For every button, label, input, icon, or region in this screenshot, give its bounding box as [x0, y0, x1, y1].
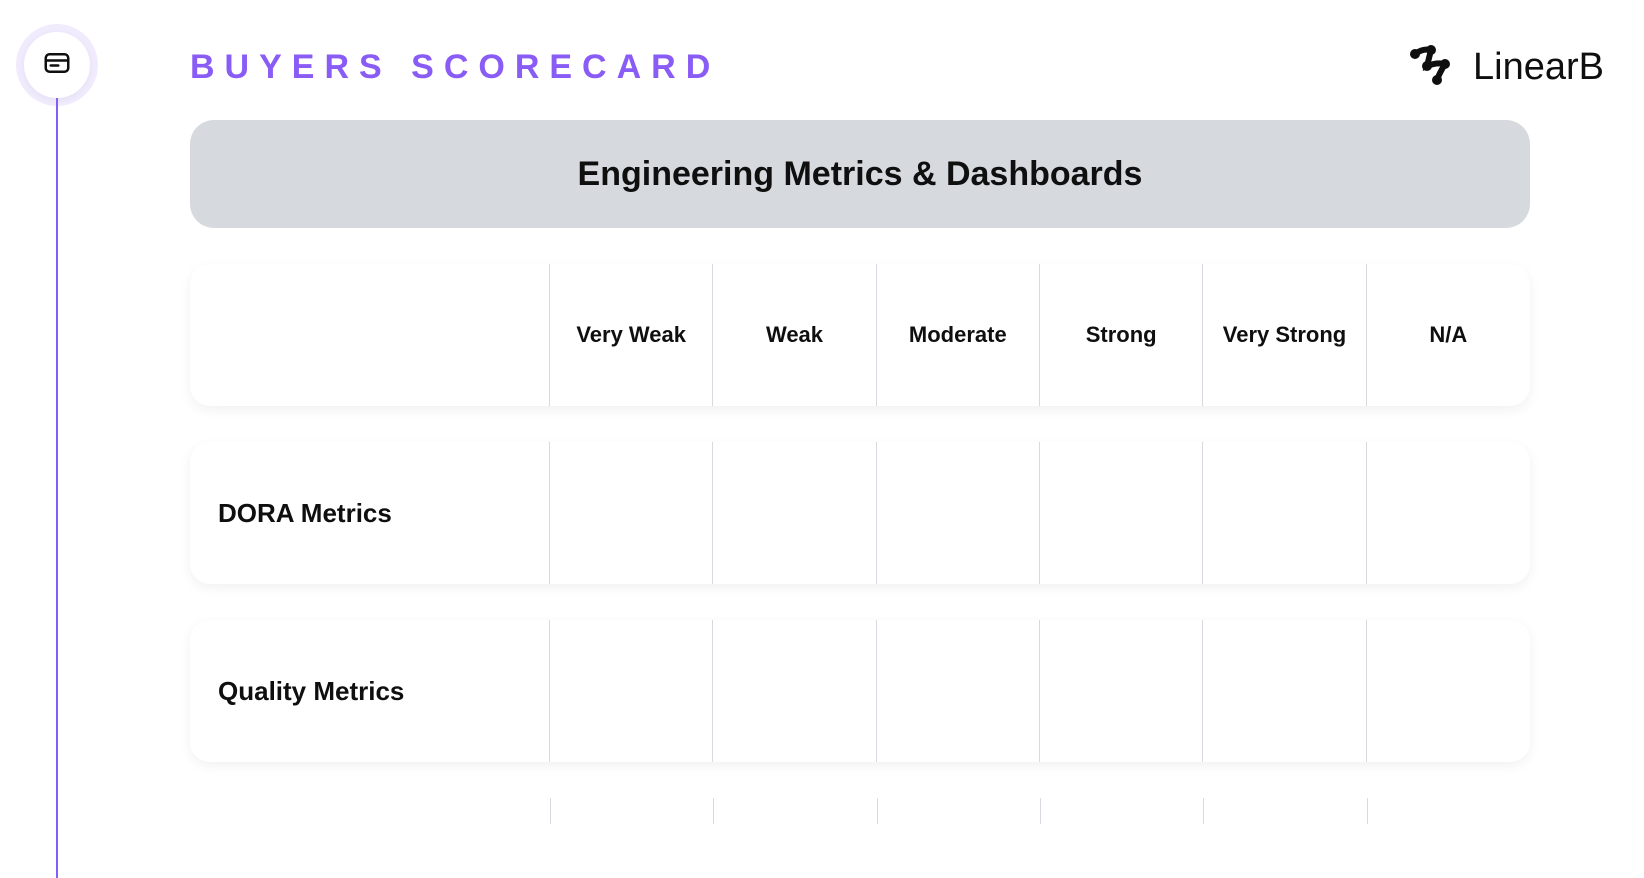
scorecard-table: Very Weak Weak Moderate Strong Very Stro…	[190, 264, 1530, 762]
section-title: Engineering Metrics & Dashboards	[578, 155, 1143, 194]
timeline-badge	[24, 32, 90, 98]
row-label-quality: Quality Metrics	[190, 620, 550, 762]
cell[interactable]	[713, 442, 876, 584]
card-icon	[42, 48, 72, 83]
cell[interactable]	[1367, 442, 1530, 584]
cell[interactable]	[877, 442, 1040, 584]
cell[interactable]	[550, 442, 713, 584]
table-header-row: Very Weak Weak Moderate Strong Very Stro…	[190, 264, 1530, 406]
page-title: BUYERS SCORECARD	[190, 48, 720, 87]
col-moderate: Moderate	[877, 264, 1040, 406]
header-empty-cell	[190, 264, 550, 406]
col-weak: Weak	[713, 264, 876, 406]
cell[interactable]	[1367, 620, 1530, 762]
header: BUYERS SCORECARD LinearB	[190, 44, 1604, 91]
cell[interactable]	[877, 620, 1040, 762]
brand-logo: LinearB	[1407, 44, 1604, 91]
col-very-weak: Very Weak	[550, 264, 713, 406]
scorecard: Engineering Metrics & Dashboards Very We…	[190, 120, 1530, 798]
table-row: DORA Metrics	[190, 442, 1530, 584]
col-strong: Strong	[1040, 264, 1203, 406]
cell[interactable]	[1203, 620, 1366, 762]
cell[interactable]	[1040, 442, 1203, 584]
table-row: Quality Metrics	[190, 620, 1530, 762]
cell[interactable]	[550, 620, 713, 762]
cell[interactable]	[1203, 442, 1366, 584]
col-very-strong: Very Strong	[1203, 264, 1366, 406]
timeline-line	[56, 98, 58, 878]
col-na: N/A	[1367, 264, 1530, 406]
cell[interactable]	[1040, 620, 1203, 762]
brand-name: LinearB	[1473, 46, 1604, 89]
linearb-mark-icon	[1407, 44, 1459, 91]
section-header: Engineering Metrics & Dashboards	[190, 120, 1530, 228]
row-label-dora: DORA Metrics	[190, 442, 550, 584]
cell[interactable]	[713, 620, 876, 762]
